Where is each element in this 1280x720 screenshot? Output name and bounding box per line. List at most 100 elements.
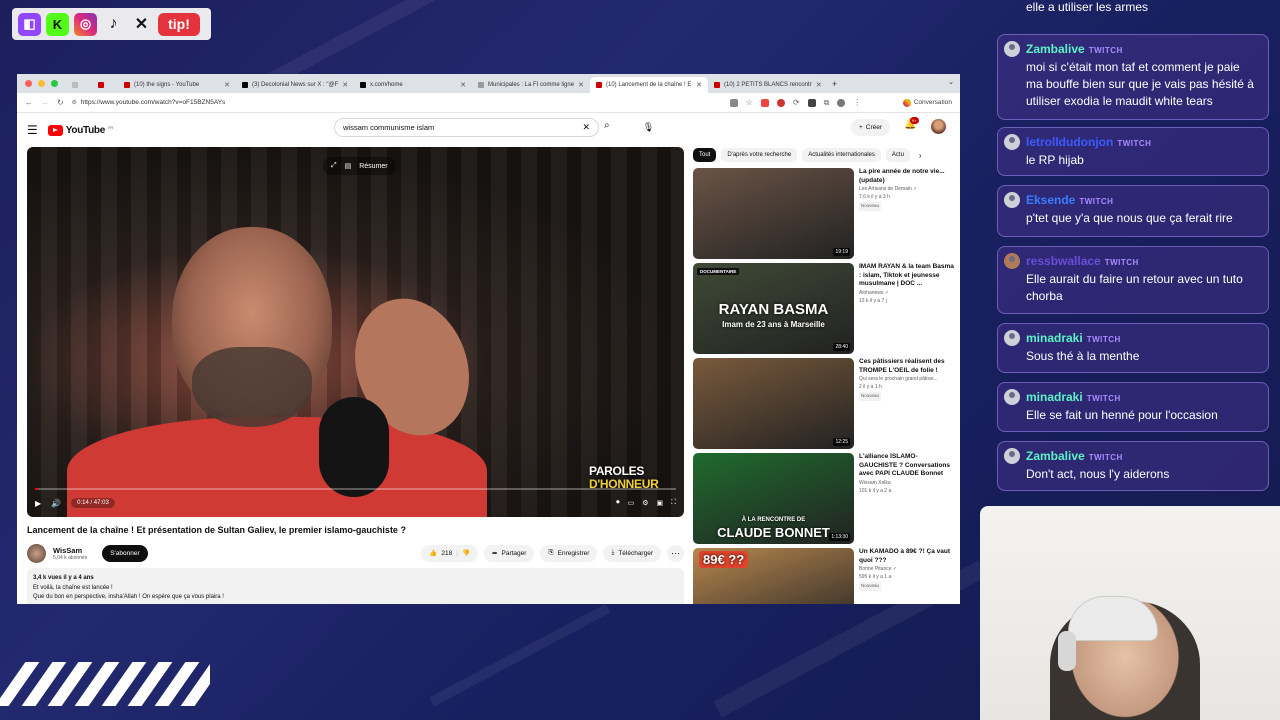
close-tab-icon[interactable]: ✕ bbox=[696, 81, 702, 89]
recommended-channel: Qui sera le prochain grand pâtissi... bbox=[859, 376, 938, 382]
search-input[interactable]: wissam communisme islam ✕ bbox=[334, 118, 599, 137]
menu-icon[interactable]: ☰ bbox=[27, 123, 38, 137]
x-favicon bbox=[242, 82, 248, 88]
recommended-video[interactable]: 12:25 Ces pâtissiers réalisent des TROMP… bbox=[693, 358, 955, 450]
chevron-right-icon[interactable]: › bbox=[919, 151, 922, 160]
cast-icon[interactable] bbox=[729, 98, 738, 107]
tab-x-home[interactable]: x.com/home ✕ bbox=[354, 77, 472, 93]
subscribe-button[interactable]: S'abonner bbox=[102, 544, 148, 562]
chip-news[interactable]: Actu bbox=[885, 148, 910, 162]
thumbs-down-icon[interactable]: 👎 bbox=[462, 549, 470, 557]
back-icon[interactable]: ← bbox=[25, 98, 33, 107]
fullscreen-icon[interactable]: ⛶ bbox=[671, 499, 676, 507]
tab-pinned[interactable] bbox=[66, 77, 92, 93]
profile-icon[interactable] bbox=[837, 98, 846, 107]
microphone-icon[interactable]: 🎙 bbox=[639, 118, 658, 137]
reload-icon[interactable]: ↻ bbox=[57, 98, 64, 107]
download-button[interactable]: ⤓ Télécharger bbox=[603, 544, 661, 562]
subscriber-count: 5,04 k abonnés bbox=[53, 554, 88, 561]
create-button[interactable]: + Créer bbox=[851, 119, 891, 136]
expand-icon[interactable]: ⤢ bbox=[331, 162, 337, 170]
recommended-title[interactable]: L'alliance ISLAMO-GAUCHISTE ? Conversati… bbox=[859, 453, 955, 479]
youtube-logo[interactable]: YouTube FR bbox=[47, 124, 113, 136]
twitch-icon: ◧ bbox=[18, 12, 41, 36]
video-thumbnail[interactable]: 12:25 bbox=[693, 358, 854, 449]
video-frame bbox=[319, 397, 389, 497]
subtitles-icon[interactable]: ▭ bbox=[628, 499, 635, 507]
chat-text: Elle se fait un henné pour l'occasion bbox=[1026, 408, 1218, 422]
account-avatar[interactable] bbox=[931, 119, 946, 134]
video-player[interactable]: ⤢ ▤ Résumer PAROLES D'HONNEUR ▶ 🔊 0:14 /… bbox=[27, 147, 684, 517]
gemini-icon bbox=[902, 98, 911, 107]
close-tab-icon[interactable]: ✕ bbox=[224, 81, 230, 89]
more-actions-icon[interactable]: ⋯ bbox=[667, 544, 684, 562]
video-thumbnail[interactable]: 89€ ?? bbox=[693, 548, 854, 604]
like-button[interactable]: 👍 218 | 👎 bbox=[421, 544, 479, 562]
channel-name[interactable]: WisSam bbox=[53, 546, 87, 555]
bookmark-star-icon[interactable]: ☆ bbox=[746, 98, 753, 107]
video-thumbnail[interactable]: À LA RENCONTRE DE CLAUDE BONNET 1:13:30 bbox=[693, 453, 854, 544]
tip-badge: tip! bbox=[158, 12, 200, 36]
channel-avatar[interactable] bbox=[27, 543, 46, 563]
recommended-video[interactable]: DOCUMENTAIRE RAYAN BASMA Imam de 23 ans … bbox=[693, 263, 955, 355]
video-progress-bar[interactable] bbox=[35, 488, 676, 490]
extension-icon[interactable] bbox=[807, 98, 816, 107]
settings-gear-icon[interactable]: ⚙ bbox=[642, 499, 648, 507]
site-info-icon[interactable]: ⊜ bbox=[72, 99, 77, 106]
chip-all[interactable]: Tout bbox=[693, 148, 717, 162]
forward-icon[interactable]: → bbox=[41, 98, 49, 107]
video-description[interactable]: 3,4 k vues il y a 4 ans Et voilà, la cha… bbox=[27, 568, 684, 604]
autoplay-toggle[interactable]: ⏺ bbox=[616, 499, 620, 507]
tab-label: Municipales : La FI comme ligne bbox=[488, 82, 575, 88]
close-tab-icon[interactable]: ✕ bbox=[578, 81, 584, 89]
recommended-video[interactable]: 19:19 La pire année de notre vie... (upd… bbox=[693, 168, 955, 260]
miniplayer-icon[interactable]: ▣ bbox=[656, 499, 663, 507]
volume-icon[interactable]: 🔊 bbox=[51, 499, 61, 508]
url-field[interactable]: ⊜ https://www.youtube.com/watch?v=oF15BZ… bbox=[72, 99, 722, 106]
save-button[interactable]: ⎘ Enregistrer bbox=[540, 544, 598, 562]
share-button[interactable]: ➦ Partager bbox=[484, 544, 535, 562]
extension-icon[interactable] bbox=[760, 98, 769, 107]
resume-summary-button[interactable]: ⤢ ▤ Résumer bbox=[323, 157, 396, 175]
recommended-video[interactable]: 89€ ?? Un KAMADO à 89€ ?! Ça vaut quoi ?… bbox=[693, 548, 955, 604]
play-icon[interactable]: ▶ bbox=[35, 499, 41, 508]
share-icon: ➦ bbox=[492, 550, 498, 557]
recommended-title[interactable]: Un KAMADO à 89€ ?! Ça vaut quoi ??? bbox=[859, 548, 955, 565]
extensions-puzzle-icon[interactable]: ⧉ bbox=[824, 98, 830, 108]
extension-icon[interactable]: ⟳ bbox=[793, 98, 800, 107]
recommended-title[interactable]: Ces pâtissiers réalisent des TROMPE L'OE… bbox=[859, 358, 955, 375]
close-tab-icon[interactable]: ✕ bbox=[460, 81, 466, 89]
search-icon[interactable]: ⌕ bbox=[604, 120, 610, 131]
video-thumbnail[interactable]: 19:19 bbox=[693, 168, 854, 259]
tab-youtube-signs[interactable]: (10) the signs - YouTube ✕ bbox=[118, 77, 236, 93]
tab-petits-blancs[interactable]: (10) 2 PETITS BLANCS rencontr ✕ bbox=[708, 77, 826, 93]
tab-pinned[interactable] bbox=[92, 77, 118, 93]
chat-username: Eksende bbox=[1026, 193, 1076, 207]
user-avatar bbox=[1004, 41, 1020, 57]
close-tab-icon[interactable]: ✕ bbox=[816, 81, 822, 89]
duration-badge: 28:40 bbox=[833, 343, 850, 351]
extension-icon[interactable] bbox=[776, 98, 785, 107]
video-thumbnail[interactable]: DOCUMENTAIRE RAYAN BASMA Imam de 23 ans … bbox=[693, 263, 854, 354]
maximize-window-button[interactable] bbox=[51, 80, 58, 87]
tab-municipales[interactable]: Municipales : La FI comme ligne ✕ bbox=[472, 77, 590, 93]
chip-related-search[interactable]: D'après votre recherche bbox=[721, 148, 798, 162]
recommended-stats: 101 k il y a 2 a bbox=[859, 487, 892, 494]
new-tab-button[interactable]: + bbox=[826, 79, 843, 93]
recommended-title[interactable]: La pire année de notre vie... (update) bbox=[859, 168, 955, 185]
minimize-window-button[interactable] bbox=[38, 80, 45, 87]
recommended-video[interactable]: À LA RENCONTRE DE CLAUDE BONNET 1:13:30 … bbox=[693, 453, 955, 545]
close-tab-icon[interactable]: ✕ bbox=[342, 81, 348, 89]
clear-search-icon[interactable]: ✕ bbox=[582, 122, 590, 133]
tab-list-chevron-icon[interactable]: ⌄ bbox=[948, 78, 954, 86]
menu-dots-icon[interactable]: ⋮ bbox=[853, 98, 861, 107]
chat-username: Zambalive bbox=[1026, 42, 1085, 56]
tab-decolonial-news[interactable]: (3) Decolonial News sur X : "@F ✕ bbox=[236, 77, 354, 93]
tab-lancement-active[interactable]: (10) Lancement de la chaîne ! E ✕ bbox=[590, 77, 708, 93]
close-window-button[interactable] bbox=[25, 80, 32, 87]
thumbnail-subtext: À LA RENCONTRE DE bbox=[741, 517, 806, 523]
conversation-button[interactable]: Conversation bbox=[902, 98, 952, 107]
chip-international-news[interactable]: Actualités internationales bbox=[802, 148, 881, 162]
recommended-title[interactable]: IMAM RAYAN & la team Basma : islam, Tikt… bbox=[859, 263, 955, 289]
headset-image bbox=[1058, 631, 1076, 671]
